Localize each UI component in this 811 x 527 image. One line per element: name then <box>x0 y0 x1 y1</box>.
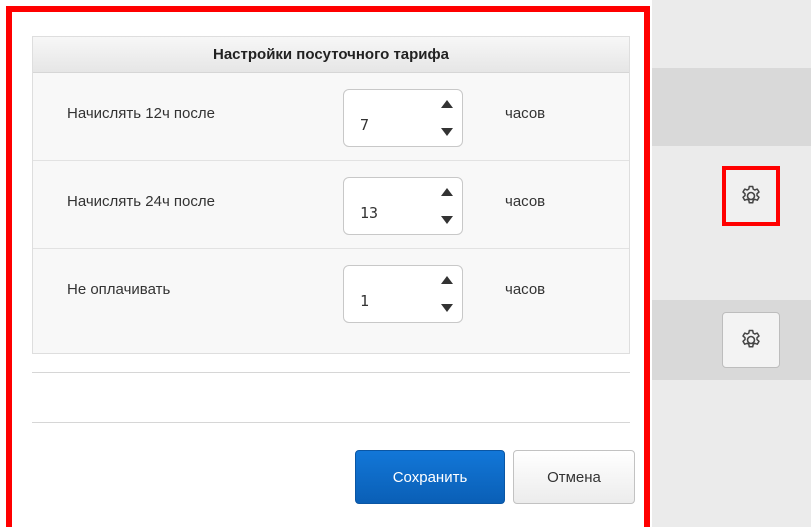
settings-row-free: Не оплачивать часов <box>33 249 629 337</box>
gear-icon <box>742 329 760 348</box>
save-button[interactable]: Сохранить <box>355 450 505 504</box>
row-label: Начислять 12ч после <box>67 105 215 122</box>
dialog-title: Настройки посуточного тарифа <box>33 37 629 73</box>
hours-12h-input[interactable] <box>344 90 430 146</box>
increment-button[interactable] <box>432 90 462 118</box>
arrow-up-icon <box>441 276 453 284</box>
hours-12h-stepper[interactable] <box>343 89 463 147</box>
settings-button-highlighted[interactable] <box>722 166 780 226</box>
divider <box>32 372 630 373</box>
arrow-up-icon <box>441 188 453 196</box>
row-label: Начислять 24ч после <box>67 193 215 210</box>
divider <box>32 422 630 423</box>
decrement-button[interactable] <box>432 294 462 322</box>
arrow-down-icon <box>441 216 453 224</box>
gear-icon <box>742 185 760 204</box>
increment-button[interactable] <box>432 266 462 294</box>
row-unit: часов <box>505 281 546 298</box>
arrow-down-icon <box>441 304 453 312</box>
free-hours-stepper[interactable] <box>343 265 463 323</box>
row-unit: часов <box>505 105 546 122</box>
decrement-button[interactable] <box>432 118 462 146</box>
decrement-button[interactable] <box>432 206 462 234</box>
settings-button[interactable] <box>722 312 780 368</box>
hours-24h-stepper[interactable] <box>343 177 463 235</box>
cancel-button[interactable]: Отмена <box>513 450 635 504</box>
settings-row-24h: Начислять 24ч после часов <box>33 161 629 249</box>
arrow-down-icon <box>441 128 453 136</box>
row-unit: часов <box>505 193 546 210</box>
arrow-up-icon <box>441 100 453 108</box>
background-row <box>652 68 811 146</box>
free-hours-input[interactable] <box>344 266 430 322</box>
settings-panel: Настройки посуточного тарифа Начислять 1… <box>32 36 630 354</box>
hours-24h-input[interactable] <box>344 178 430 234</box>
tariff-settings-dialog: Настройки посуточного тарифа Начислять 1… <box>6 6 650 527</box>
settings-row-12h: Начислять 12ч после часов <box>33 73 629 161</box>
row-label: Не оплачивать <box>67 281 171 298</box>
increment-button[interactable] <box>432 178 462 206</box>
